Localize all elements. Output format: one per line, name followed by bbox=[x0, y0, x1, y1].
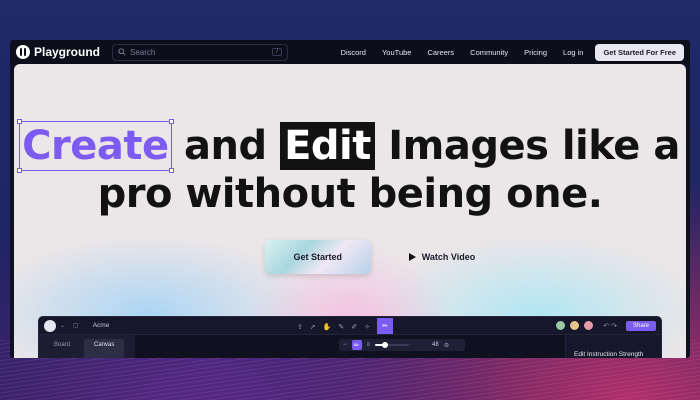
edit-icon[interactable]: ✎ bbox=[338, 323, 344, 331]
navbar: Playground Search / Discord YouTube Care… bbox=[10, 40, 690, 64]
magic-icon[interactable]: ✧ bbox=[364, 323, 370, 331]
editor-preview: ⌄ ▢ Acme ⇪ ➚ ✋ ✎ ✐ ✧ ✏ ↶ ↷ Share Board C… bbox=[38, 316, 662, 358]
get-started-free-button[interactable]: Get Started For Free bbox=[595, 43, 684, 61]
editor-tools: ⇪ ➚ ✋ ✎ ✐ ✧ ✏ bbox=[297, 318, 394, 334]
lines-icon: ≡ bbox=[366, 342, 371, 348]
brush-size-slider[interactable] bbox=[375, 342, 410, 348]
tab-board[interactable]: Board bbox=[44, 339, 80, 358]
headline-line-1: Create and Edit Images like a bbox=[14, 119, 686, 173]
search-shortcut: / bbox=[272, 48, 282, 56]
selection-handle-icon bbox=[168, 119, 174, 124]
nav-link-careers[interactable]: Careers bbox=[419, 48, 462, 57]
headline-and: and bbox=[170, 123, 281, 169]
pen-icon[interactable]: ✏ bbox=[351, 340, 362, 350]
search-icon bbox=[118, 48, 126, 56]
headline-edit-word: Edit bbox=[280, 122, 375, 170]
share-button[interactable]: Share bbox=[625, 320, 656, 331]
search-input[interactable]: Search / bbox=[112, 43, 288, 61]
brush-size-bar: − ✏ ≡ 48 ⚙ bbox=[339, 339, 465, 351]
hero-section: Create and Edit Images like a pro withou… bbox=[14, 64, 686, 358]
nav-link-youtube[interactable]: YouTube bbox=[374, 48, 419, 57]
editor-body: Board Canvas − ✏ ≡ 48 ⚙ Edit Instruction… bbox=[39, 335, 661, 358]
editor-logo-icon[interactable] bbox=[44, 319, 56, 332]
editor-left-panel: Board Canvas bbox=[39, 335, 135, 358]
watch-video-label: Watch Video bbox=[421, 252, 476, 262]
play-icon bbox=[408, 253, 416, 261]
headline-create-word: Create bbox=[17, 119, 174, 173]
editor-canvas[interactable]: − ✏ ≡ 48 ⚙ bbox=[135, 335, 565, 358]
playground-logo-icon bbox=[16, 45, 30, 59]
search-placeholder: Search bbox=[130, 47, 156, 57]
hero-buttons: Get Started Watch Video bbox=[14, 240, 686, 274]
browser-window: Playground Search / Discord YouTube Care… bbox=[10, 40, 690, 358]
undo-redo-icon[interactable]: ↶ ↷ bbox=[603, 322, 617, 330]
nav-link-discord[interactable]: Discord bbox=[333, 48, 374, 57]
nav-link-community[interactable]: Community bbox=[462, 48, 516, 57]
settings-icon[interactable]: ⚙ bbox=[444, 342, 449, 349]
selection-handle-icon bbox=[17, 168, 23, 173]
edit-strength-panel: Edit Instruction Strength bbox=[565, 335, 661, 358]
upload-icon[interactable]: ⇪ bbox=[297, 323, 303, 331]
project-name[interactable]: Acme bbox=[93, 322, 110, 329]
panel-title: Edit Instruction Strength bbox=[574, 351, 644, 358]
create-text: Create bbox=[22, 123, 169, 169]
tab-canvas[interactable]: Canvas bbox=[84, 339, 125, 358]
hand-icon[interactable]: ✋ bbox=[323, 323, 332, 331]
avatar bbox=[555, 320, 567, 331]
slider-knob[interactable] bbox=[382, 342, 389, 348]
brand-name: Playground bbox=[34, 45, 101, 59]
chevron-down-icon[interactable]: ⌄ bbox=[60, 322, 65, 329]
slider-value: 48 bbox=[432, 342, 439, 348]
editor-toolbar-right: ↶ ↷ Share bbox=[555, 320, 656, 331]
headline-images-like-a: Images like a bbox=[374, 123, 680, 169]
watch-video-button[interactable]: Watch Video bbox=[408, 252, 476, 262]
select-icon[interactable]: ➚ bbox=[310, 323, 316, 331]
hero-headline: Create and Edit Images like a pro withou… bbox=[14, 119, 686, 218]
nav-link-pricing[interactable]: Pricing bbox=[516, 48, 555, 57]
headline-line-2: pro without being one. bbox=[97, 171, 603, 217]
editor-toolbar: ⌄ ▢ Acme ⇪ ➚ ✋ ✎ ✐ ✧ ✏ ↶ ↷ Share bbox=[39, 317, 661, 335]
brush-icon[interactable]: ✐ bbox=[351, 323, 357, 331]
pen-tool-icon[interactable]: ✏ bbox=[377, 318, 394, 334]
nav-link-login[interactable]: Log in bbox=[555, 48, 591, 57]
selection-handle-icon bbox=[17, 119, 23, 124]
nav-links: Discord YouTube Careers Community Pricin… bbox=[333, 43, 684, 61]
avatar bbox=[583, 320, 595, 331]
selection-handle-icon bbox=[168, 168, 174, 173]
get-started-button[interactable]: Get Started bbox=[264, 240, 371, 274]
avatar bbox=[569, 320, 581, 331]
minus-icon[interactable]: − bbox=[343, 342, 347, 348]
brand-logo[interactable]: Playground bbox=[16, 45, 112, 59]
panel-toggle-icon[interactable]: ▢ bbox=[73, 322, 79, 329]
